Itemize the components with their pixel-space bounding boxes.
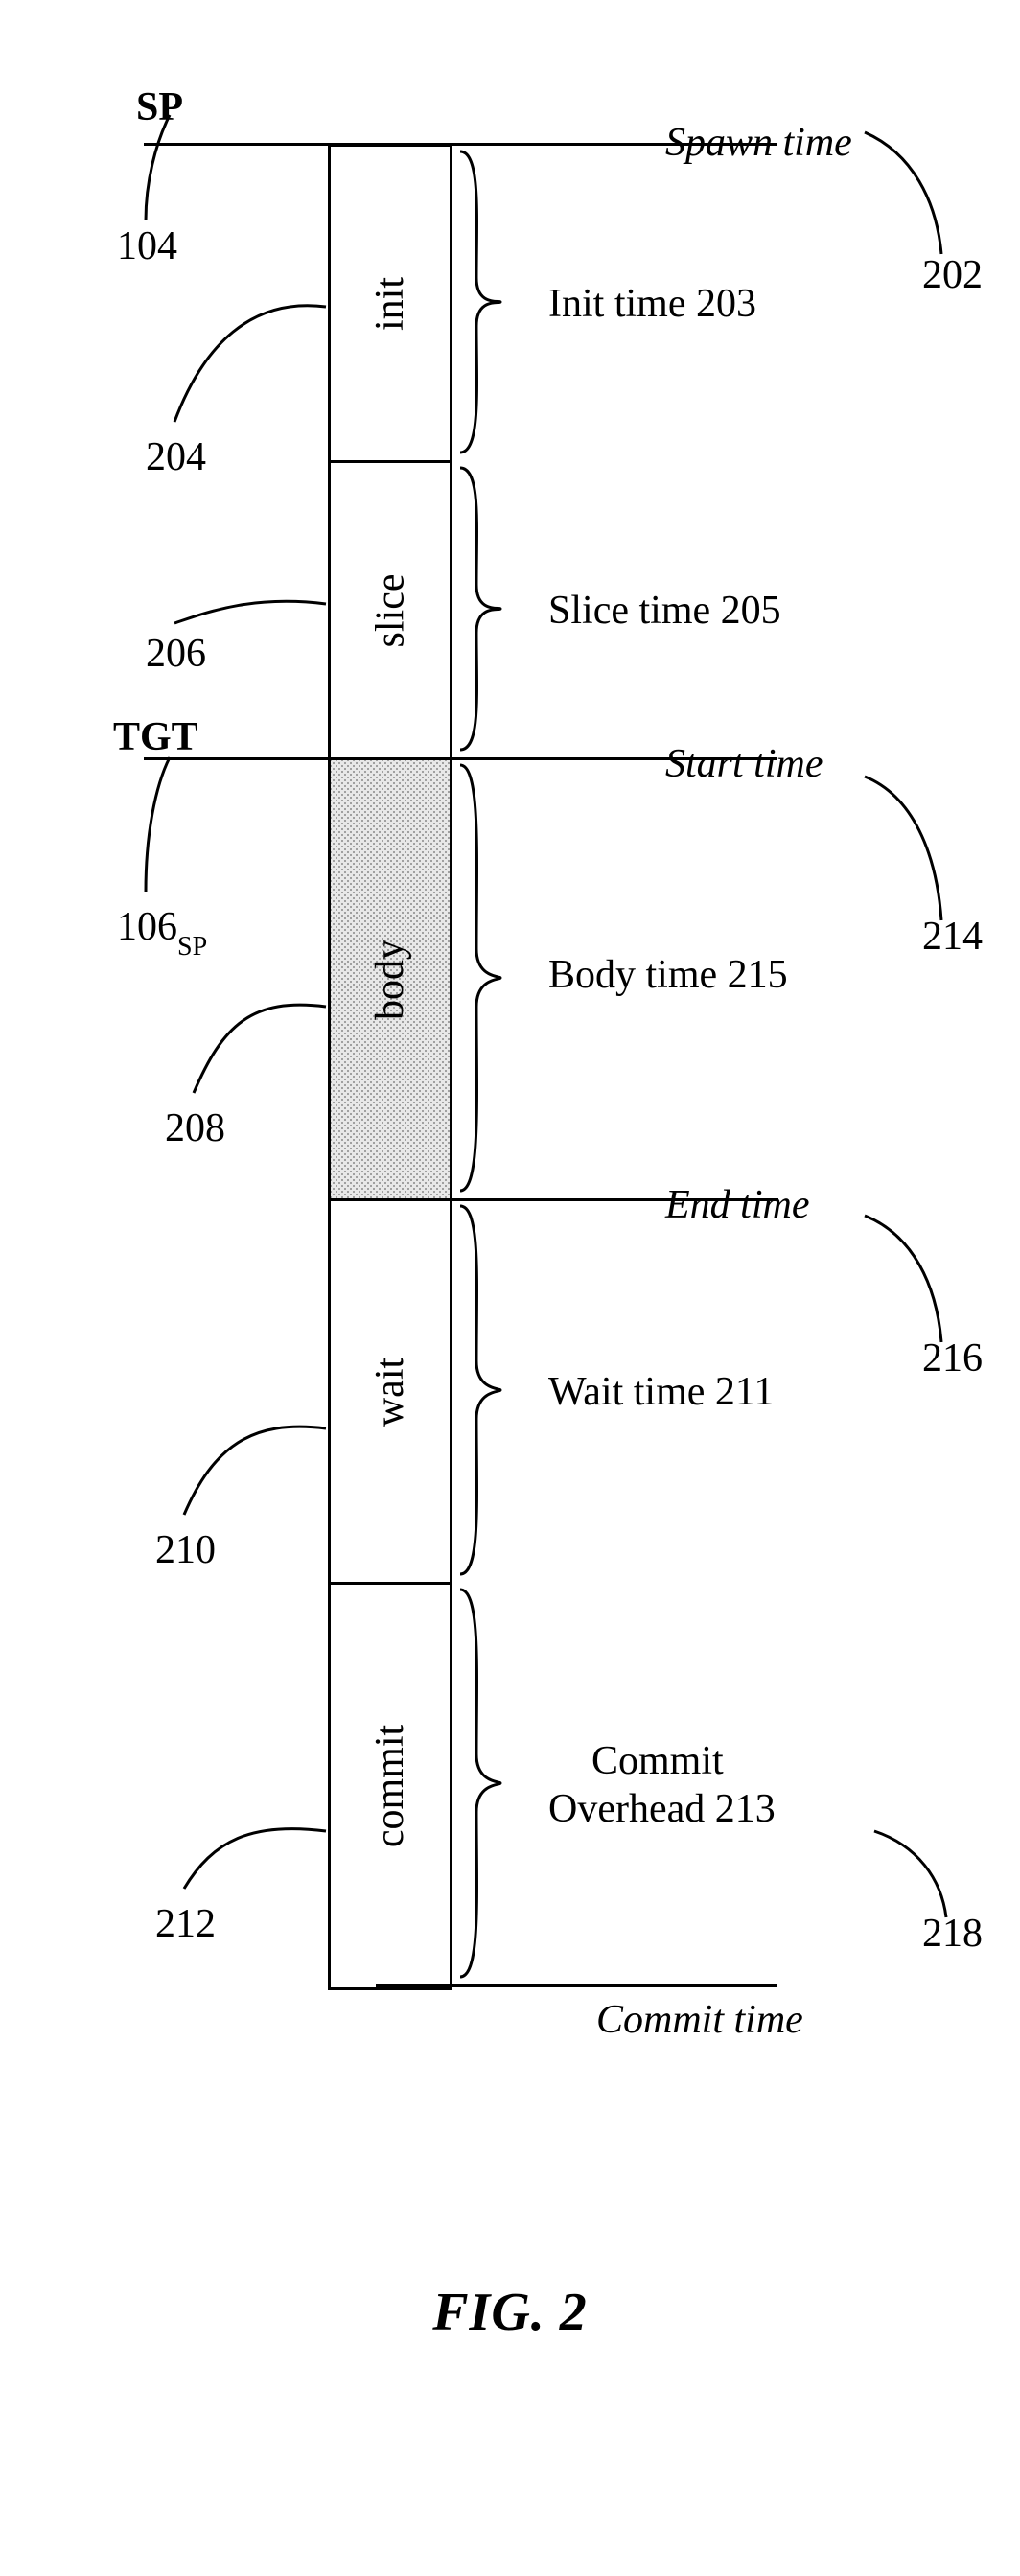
- figure-caption: FIG. 2: [79, 2282, 941, 2343]
- ref-202: 202: [922, 253, 983, 297]
- label-tgt: TGT: [113, 714, 198, 760]
- block-label-slice: slice: [367, 573, 413, 647]
- label-sp: SP: [136, 84, 183, 130]
- block-label-init: init: [367, 276, 413, 330]
- ref-214: 214: [922, 915, 983, 959]
- block-commit: commit: [328, 1585, 452, 1987]
- ref-208: 208: [165, 1106, 225, 1150]
- line-commit: [376, 1984, 777, 1987]
- ref-216: 216: [922, 1336, 983, 1381]
- block-label-body: body: [367, 940, 413, 1020]
- label-commit-ovh-2: Overhead 213: [548, 1787, 776, 1831]
- label-body-time: Body time 215: [548, 953, 788, 997]
- label-tgt-main: TGT: [113, 715, 198, 759]
- line-spawn: [144, 143, 777, 146]
- ref-210: 210: [155, 1528, 216, 1572]
- ref-206: 206: [146, 632, 206, 676]
- ref-218: 218: [922, 1912, 983, 1956]
- block-wait: wait: [328, 1201, 452, 1585]
- label-commit-time: Commit time: [596, 1998, 803, 2042]
- label-end-time: End time: [664, 1183, 809, 1227]
- overlay-svg: Spawn time 202 Init time 203 Slice time …: [79, 144, 1020, 2061]
- label-slice-time: Slice time 205: [548, 589, 781, 633]
- line-start: [144, 757, 777, 760]
- label-wait-time: Wait time 211: [548, 1370, 774, 1414]
- label-init-time: Init time 203: [548, 282, 756, 326]
- block-init: init: [328, 147, 452, 463]
- label-commit-ovh-1: Commit: [591, 1739, 724, 1783]
- block-label-commit: commit: [367, 1725, 413, 1847]
- block-body: body: [328, 760, 452, 1201]
- ref-204: 204: [146, 435, 206, 479]
- line-end: [376, 1198, 778, 1201]
- block-slice: slice: [328, 463, 452, 760]
- block-label-wait: wait: [367, 1357, 413, 1426]
- block-column: init slice body wait commit: [328, 144, 452, 1990]
- ref-212: 212: [155, 1902, 216, 1946]
- label-start-time: Start time: [665, 742, 823, 786]
- ref-104: 104: [117, 224, 177, 268]
- ref-106: 106SP: [117, 905, 207, 962]
